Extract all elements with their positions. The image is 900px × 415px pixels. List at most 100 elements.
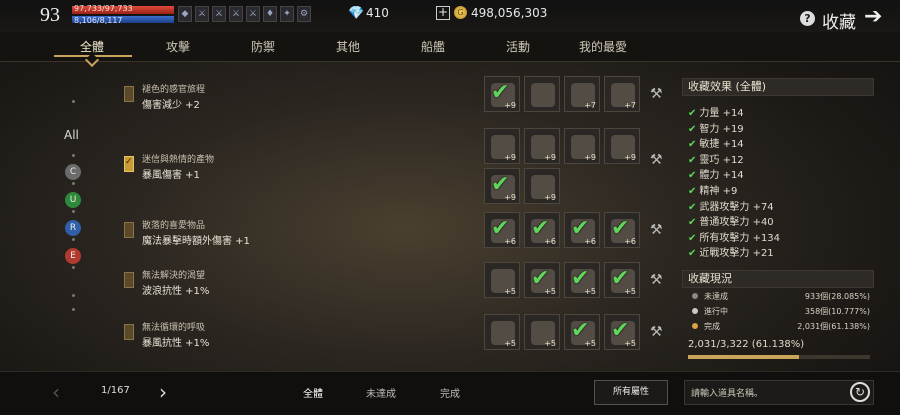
item-slot[interactable]: ✔ +5 — [524, 262, 560, 298]
grade-filter-button[interactable]: U — [65, 192, 81, 208]
enhance-level: +5 — [584, 287, 596, 296]
collection-list: 褪色的感官旅程傷害減少 +2 ✔+9 +7 +7 ⚒ 迷信與熱情的產物暴風傷害 +1 +9 +… — [118, 70, 678, 370]
register-hammer-icon[interactable]: ⚒ — [650, 324, 663, 340]
grade-filter-button[interactable]: C — [65, 164, 81, 180]
check-icon: ✔ — [688, 123, 697, 135]
register-hammer-icon[interactable]: ⚒ — [650, 222, 663, 238]
tab-1[interactable]: 攻擊 — [143, 38, 213, 55]
register-hammer-icon[interactable]: ⚒ — [650, 272, 663, 288]
tab-4[interactable]: 船艦 — [398, 38, 468, 55]
all-properties-button[interactable]: 所有屬性 — [594, 380, 668, 405]
status-header: 收藏現況 — [682, 270, 874, 288]
collection-effect: 傷害減少 +2 — [142, 100, 200, 111]
page-title: 收藏 — [822, 13, 856, 33]
item-slot[interactable]: ✔ +5 — [604, 314, 640, 350]
status-filter-tab[interactable]: 完成 — [440, 385, 460, 400]
grade-filter-button[interactable]: R — [65, 220, 81, 236]
status-filter-tab[interactable]: 全體 — [303, 385, 323, 400]
exit-arrow-icon[interactable]: ➔ — [864, 6, 882, 28]
item-slot[interactable]: +9 — [524, 128, 560, 164]
item-slot[interactable]: ✔ +9 — [484, 168, 520, 204]
next-page-button[interactable]: › — [159, 380, 167, 404]
enhance-level: +5 — [504, 287, 516, 296]
check-icon: ✔ — [688, 154, 697, 166]
refresh-icon[interactable]: ↻ — [850, 382, 870, 402]
item-search-input[interactable] — [684, 380, 874, 405]
status-dot-icon — [692, 293, 698, 299]
register-hammer-icon[interactable]: ⚒ — [650, 86, 663, 102]
filter-separator-dot — [72, 266, 75, 269]
status-value: 933個(28.085%) — [804, 292, 870, 301]
enhance-level: +9 — [504, 193, 516, 202]
filter-separator-dot — [72, 308, 75, 311]
prev-page-button[interactable]: ‹ — [52, 380, 60, 404]
effect-text: 智力 +19 — [699, 123, 744, 135]
item-slot[interactable] — [524, 76, 560, 112]
effect-line: ✔ 敏捷 +14 — [688, 135, 744, 150]
bottom-bar: ‹ 1/167 › 全體 未達成 完成 所有屬性 ↻ — [0, 371, 900, 415]
item-slot[interactable]: +5 — [484, 262, 520, 298]
item-slot[interactable]: ✔ +6 — [604, 212, 640, 248]
tab-2[interactable]: 防禦 — [228, 38, 298, 55]
effect-text: 敏捷 +14 — [699, 139, 744, 151]
effect-text: 所有攻擊力 +134 — [699, 232, 781, 244]
tab-3[interactable]: 其他 — [313, 38, 383, 55]
item-slot[interactable]: ✔ +6 — [524, 212, 560, 248]
item-slot[interactable]: ✔ +6 — [564, 212, 600, 248]
bookmark-flag-icon[interactable] — [124, 222, 134, 238]
item-slot[interactable]: +9 — [604, 128, 640, 164]
page-indicator: 1/167 — [101, 385, 130, 396]
grade-filter-button[interactable]: E — [65, 248, 81, 264]
help-button[interactable]: ? — [800, 11, 815, 26]
effect-line: ✔ 近戰攻擊力 +21 — [688, 244, 774, 259]
item-slot[interactable]: +9 — [484, 128, 520, 164]
item-slot[interactable]: +5 — [484, 314, 520, 350]
register-hammer-icon[interactable]: ⚒ — [650, 152, 663, 168]
item-slot[interactable]: ✔ +6 — [484, 212, 520, 248]
filter-separator-dot — [72, 100, 75, 103]
effect-text: 武器攻擊力 +74 — [699, 201, 774, 213]
item-slot[interactable]: +9 — [564, 128, 600, 164]
effect-line: ✔ 所有攻擊力 +134 — [688, 229, 780, 244]
bookmark-flag-icon[interactable] — [124, 156, 134, 172]
bookmark-flag-icon[interactable] — [124, 86, 134, 102]
effects-header: 收藏效果 (全體) — [682, 78, 874, 96]
enhance-level: +9 — [504, 101, 516, 110]
enhance-level: +9 — [544, 193, 556, 202]
category-tabs: 全體 攻擊 防禦 其他 船艦 活動 我的最愛 — [0, 32, 900, 62]
top-status-bar: 93 97,733/97,733 8,106/8,117 ◆ ⚔ ⚔ ⚔ ⚔ ♦ ✦ ⚙ 💎 … — [0, 0, 900, 33]
item-slot[interactable]: +7 — [564, 76, 600, 112]
filter-separator-dot — [72, 182, 75, 185]
status-label: 完成 — [704, 322, 720, 331]
bookmark-flag-icon[interactable] — [124, 272, 134, 288]
enhance-level: +5 — [544, 287, 556, 296]
bookmark-flag-icon[interactable] — [124, 324, 134, 340]
item-slot[interactable]: +5 — [524, 314, 560, 350]
item-slot[interactable]: ✔ +9 — [484, 76, 520, 112]
status-row: 完成 2,031個(61.138%) — [692, 321, 870, 332]
tab-5[interactable]: 活動 — [483, 38, 553, 55]
gem-count: 410 — [366, 6, 389, 20]
item-slot[interactable]: ✔ +5 — [564, 262, 600, 298]
item-slot[interactable]: ✔ +5 — [564, 314, 600, 350]
status-value: 2,031個(61.138%) — [797, 322, 870, 331]
collection-effect: 暴風抗性 +1% — [142, 338, 210, 349]
effect-text: 普通攻擊力 +40 — [699, 217, 774, 229]
add-currency-button[interactable]: + — [436, 6, 450, 20]
item-slot[interactable]: +7 — [604, 76, 640, 112]
status-filter-tab[interactable]: 未達成 — [366, 385, 396, 400]
enhance-level: +5 — [544, 339, 556, 348]
tab-6[interactable]: 我的最愛 — [568, 38, 638, 55]
character-level: 93 — [40, 4, 60, 26]
enhance-level: +7 — [624, 101, 636, 110]
effect-line: ✔ 體力 +14 — [688, 166, 744, 181]
item-slot[interactable]: ✔ +5 — [604, 262, 640, 298]
filter-all[interactable]: All — [64, 128, 79, 142]
buff-icon: ⚔ — [195, 6, 209, 22]
item-slot[interactable]: +9 — [524, 168, 560, 204]
enhance-level: +5 — [504, 339, 516, 348]
effect-line: ✔ 靈巧 +12 — [688, 151, 744, 166]
total-progress-text: 2,031/3,322 (61.138%) — [688, 339, 805, 350]
filter-separator-dot — [72, 210, 75, 213]
status-row: 未達成 933個(28.085%) — [692, 291, 870, 302]
